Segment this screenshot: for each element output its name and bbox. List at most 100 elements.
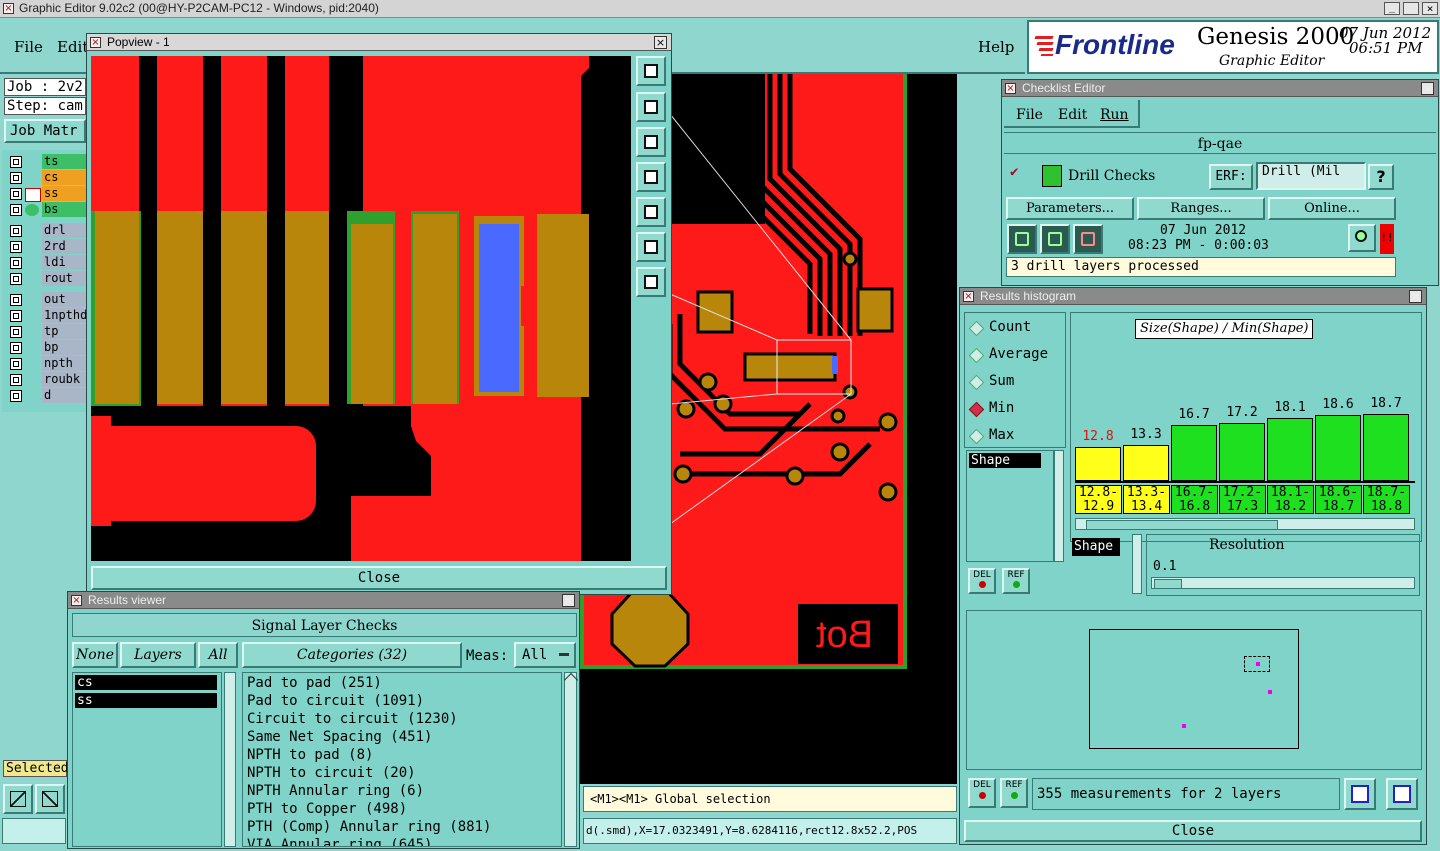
layer-row-cs[interactable]: cs <box>8 170 86 186</box>
histogram-bar[interactable] <box>1267 418 1313 481</box>
viewer-titlebar[interactable]: × Results viewer × <box>68 592 579 609</box>
category-item[interactable]: Circuit to circuit (1230) <box>247 711 458 727</box>
histogram-del-button[interactable]: DEL <box>968 778 996 808</box>
layer-checkbox[interactable] <box>10 326 22 338</box>
histogram-list-vscroll[interactable] <box>1054 450 1064 562</box>
ranges-button[interactable]: Ranges... <box>1137 197 1265 220</box>
scroll-up-icon[interactable] <box>563 672 579 688</box>
histogram-bar[interactable] <box>1315 415 1361 481</box>
histogram-ref-button-top[interactable]: REF <box>1002 568 1030 594</box>
layer-row-ldi[interactable]: ldi <box>8 255 86 271</box>
close-window-button[interactable]: × <box>1422 2 1438 15</box>
tool-select-button[interactable] <box>3 784 33 814</box>
histogram-list-item[interactable]: Shape <box>969 453 1041 468</box>
histogram-range-cell[interactable]: 13.3-13.4 <box>1123 485 1170 514</box>
layer-row-rout[interactable]: rout <box>8 271 86 287</box>
menu-edit[interactable]: Edit <box>57 38 88 56</box>
histogram-hscroll[interactable] <box>1075 518 1415 530</box>
layer-row-bs[interactable]: bs <box>8 202 86 218</box>
maximize-button[interactable] <box>1403 2 1419 15</box>
category-item[interactable]: NPTH to circuit (20) <box>247 765 416 781</box>
layer-result-item[interactable]: ss <box>75 693 217 708</box>
layer-row-tp[interactable]: tp <box>8 324 86 340</box>
layer-row-bp[interactable]: bp <box>8 340 86 356</box>
layer-checkbox[interactable] <box>10 172 22 184</box>
menu-file[interactable]: File <box>14 38 43 56</box>
layer-checkbox[interactable] <box>10 342 22 354</box>
run-icon-button-2[interactable] <box>1040 224 1070 254</box>
resolution-slider-thumb[interactable] <box>1154 579 1182 589</box>
resolution-vscroll[interactable] <box>1132 534 1142 594</box>
mode-radio-count[interactable] <box>968 320 985 337</box>
zoom-result-button[interactable] <box>1348 224 1376 252</box>
layers-tab[interactable]: Layers <box>120 642 196 668</box>
histogram-bar[interactable] <box>1123 445 1169 481</box>
layer-checkbox[interactable] <box>10 294 22 306</box>
popview-close-x[interactable]: × <box>654 36 667 49</box>
histogram-range-cell[interactable]: 18.6-18.7 <box>1315 485 1362 514</box>
layers-all-button[interactable]: All <box>198 642 238 668</box>
mode-radio-min[interactable] <box>968 401 985 418</box>
category-item[interactable]: VIA Annular ring (645) <box>247 837 432 846</box>
layer-row-out[interactable]: out <box>8 292 86 308</box>
category-item[interactable]: Same Net Spacing (451) <box>247 729 432 745</box>
layer-results-vscroll[interactable] <box>224 672 236 847</box>
mode-radio-sum[interactable] <box>968 374 985 391</box>
erf-field[interactable]: Drill (Mil <box>1256 162 1366 190</box>
checklist-close-x[interactable]: × <box>1421 82 1434 95</box>
category-item[interactable]: PTH to Copper (498) <box>247 801 407 817</box>
checklist-titlebar[interactable]: × Checklist Editor × <box>1002 80 1438 97</box>
categories-tab[interactable]: Categories (32) <box>242 642 462 668</box>
minimize-button[interactable]: _ <box>1384 2 1400 15</box>
category-item[interactable]: Pad to pad (251) <box>247 675 382 691</box>
mode-radio-average[interactable] <box>968 347 985 364</box>
layer-checkbox[interactable] <box>10 156 22 168</box>
histogram-titlebar[interactable]: × Results histogram × <box>960 288 1426 305</box>
online-button[interactable]: Online... <box>1268 197 1396 220</box>
parameters-button[interactable]: Parameters... <box>1006 197 1134 220</box>
popview-titlebar[interactable]: × Popview - 1 × <box>87 34 671 51</box>
layer-row-1npthd[interactable]: 1npthd <box>8 308 87 324</box>
category-item[interactable]: NPTH Annular ring (6) <box>247 783 424 799</box>
histogram-del-button-top[interactable]: DEL <box>968 568 996 594</box>
histogram-report-button-2[interactable] <box>1386 778 1418 810</box>
popview-canvas[interactable] <box>91 56 631 561</box>
popview-tool-5[interactable] <box>636 197 666 227</box>
layer-result-item[interactable]: cs <box>75 675 217 690</box>
layer-checkbox[interactable] <box>10 273 22 285</box>
popview-close-button[interactable]: Close <box>91 566 667 590</box>
layer-row-npth[interactable]: npth <box>8 356 86 372</box>
histogram-range-cell[interactable]: 18.1-18.2 <box>1267 485 1314 514</box>
category-item[interactable]: NPTH to pad (8) <box>247 747 373 763</box>
histogram-report-button-1[interactable] <box>1344 778 1376 810</box>
layer-checkbox[interactable] <box>10 358 22 370</box>
layer-checkbox[interactable] <box>10 310 22 322</box>
popview-tool-3[interactable] <box>636 127 666 157</box>
popview-tool-2[interactable] <box>636 92 666 122</box>
checklist-menu-run[interactable]: Run <box>1100 107 1129 123</box>
viewer-close-x[interactable]: × <box>562 594 575 607</box>
menu-help[interactable]: Help <box>978 38 1014 56</box>
tool-measure-button[interactable] <box>35 784 65 814</box>
layer-checkbox[interactable] <box>10 188 22 200</box>
histogram-bar[interactable] <box>1075 447 1121 481</box>
layer-row-roubk[interactable]: roubk <box>8 372 86 388</box>
category-vscroll[interactable] <box>563 672 579 847</box>
resolution-slider[interactable] <box>1151 577 1415 589</box>
mode-radio-max[interactable] <box>968 428 985 445</box>
popview-tool-1[interactable] <box>636 56 666 86</box>
layer-row-d[interactable]: d <box>8 388 86 404</box>
meas-dropdown[interactable]: All <box>514 642 576 668</box>
histogram-range-cell[interactable]: 16.7-16.8 <box>1171 485 1218 514</box>
checklist-menu-file[interactable]: File <box>1016 107 1043 123</box>
popview-tool-4[interactable] <box>636 162 666 192</box>
category-item[interactable]: Pad to circuit (1091) <box>247 693 424 709</box>
histogram-range-cell[interactable]: 18.7-18.8 <box>1363 485 1410 514</box>
histogram-close-button[interactable]: Close <box>964 820 1422 842</box>
histogram-hscroll-thumb[interactable] <box>1086 520 1278 530</box>
layer-checkbox[interactable] <box>10 225 22 237</box>
layer-row-ts[interactable]: ts <box>8 154 86 170</box>
layer-checkbox[interactable] <box>10 204 22 216</box>
popview-tool-7[interactable] <box>636 267 666 297</box>
category-item[interactable]: PTH (Comp) Annular ring (881) <box>247 819 491 835</box>
